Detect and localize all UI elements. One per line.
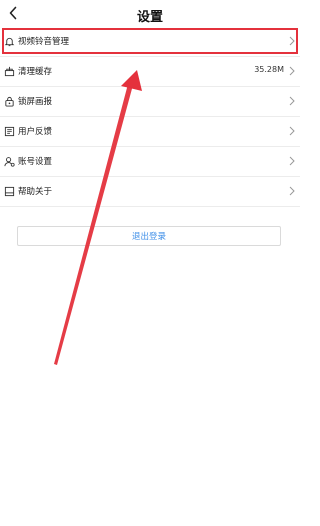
chevron-right-icon <box>288 65 296 77</box>
logout-button[interactable]: 退出登录 <box>17 226 281 246</box>
help-icon <box>3 185 15 197</box>
menu-item-label: 用户反馈 <box>18 127 53 137</box>
chevron-right-icon <box>288 125 296 137</box>
menu-item-video-ringtone[interactable]: 视频铃音管理 <box>0 27 300 57</box>
menu-item-label: 清理缓存 <box>18 67 53 77</box>
menu-item-label: 视频铃音管理 <box>18 37 70 47</box>
menu-item-feedback[interactable]: 用户反馈 <box>0 117 300 147</box>
chevron-right-icon <box>288 35 296 47</box>
settings-page: 设置 视频铃音管理 清理缓存 35.28M 锁屏画报 用户反馈 账号设置 帮助关… <box>0 0 300 526</box>
page-title: 设置 <box>136 10 163 25</box>
menu-item-help-about[interactable]: 帮助关于 <box>0 177 300 207</box>
chevron-right-icon <box>288 155 296 167</box>
menu-item-label: 账号设置 <box>18 157 53 167</box>
menu-item-clear-cache[interactable]: 清理缓存 35.28M <box>0 57 300 87</box>
menu-item-label: 帮助关于 <box>18 187 53 197</box>
feedback-icon <box>3 125 15 137</box>
menu-item-label: 锁屏画报 <box>18 97 53 107</box>
lock-icon <box>3 95 15 107</box>
settings-menu: 视频铃音管理 清理缓存 35.28M 锁屏画报 用户反馈 账号设置 帮助关于 <box>0 27 300 207</box>
menu-item-account-settings[interactable]: 账号设置 <box>0 147 300 177</box>
sweep-icon <box>3 65 15 77</box>
account-icon <box>3 155 15 167</box>
menu-item-lockscreen[interactable]: 锁屏画报 <box>0 87 300 117</box>
bell-icon <box>3 35 15 47</box>
chevron-right-icon <box>288 185 296 197</box>
chevron-right-icon <box>288 95 296 107</box>
top-bar: 设置 <box>0 0 300 30</box>
cache-size: 35.28M <box>254 65 284 74</box>
